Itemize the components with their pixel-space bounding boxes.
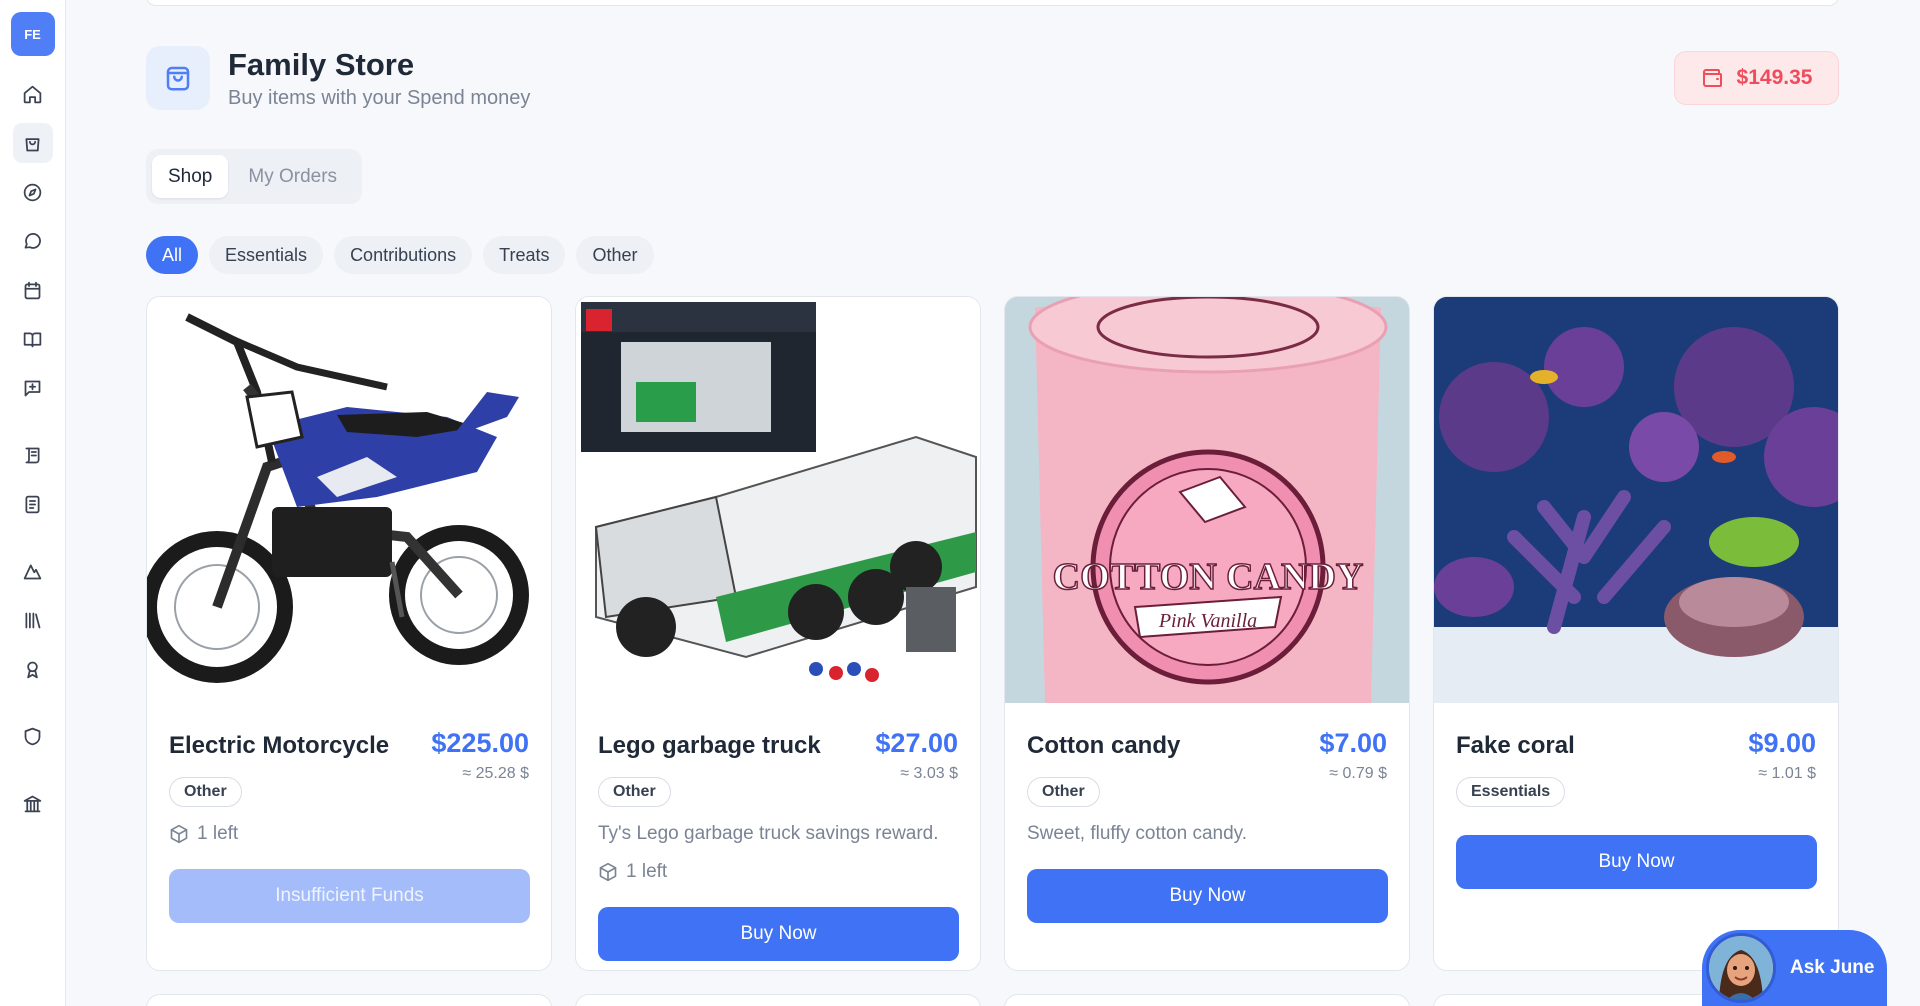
product-title: Lego garbage truck [598,732,821,759]
fake-coral-image [1434,297,1838,703]
product-price: $225.00 [431,728,529,758]
message-plus-icon[interactable] [13,368,53,408]
filter-contributions[interactable]: Contributions [334,236,473,274]
compass-icon[interactable] [13,172,53,212]
top-panel-edge [146,0,1839,6]
candy-label-subtext: Pink Vanilla [1158,610,1257,632]
chat-icon[interactable] [13,221,53,261]
buy-now-button[interactable]: Buy Now [1456,835,1817,889]
next-row-cards [146,994,1839,1006]
product-card: COTTON CANDY Pink Vanilla Cotton candy $… [1004,296,1410,971]
product-price: $27.00 [875,728,958,758]
stock-info: 1 left [169,823,529,845]
june-avatar [1706,933,1776,1003]
shield-icon[interactable] [13,716,53,756]
product-card-partial [575,994,981,1006]
product-price: $7.00 [1319,728,1387,758]
category-badge: Other [598,777,671,807]
balance-amount: $149.35 [1736,66,1813,89]
product-card-partial [1004,994,1410,1006]
product-price: $9.00 [1748,728,1816,758]
user-avatar[interactable]: FE [10,12,55,56]
category-badge: Other [169,777,242,807]
mountain-icon[interactable] [13,551,53,591]
product-title: Fake coral [1456,732,1575,759]
tab-shop[interactable]: Shop [152,155,229,198]
package-icon [599,862,617,882]
category-filters: All Essentials Contributions Treats Othe… [146,236,654,274]
product-title: Electric Motorcycle [169,732,390,759]
product-description: Sweet, fluffy cotton candy. [1027,823,1248,844]
product-grid: Electric Motorcycle $225.00 ≈ 25.28 $ Ot… [146,296,1839,971]
stock-count: 1 left [626,861,668,882]
package-icon [170,824,188,844]
book-open-icon[interactable] [13,319,53,359]
buy-now-button[interactable]: Buy Now [1027,869,1388,923]
product-card: Fake coral $9.00 ≈ 1.01 $ Essentials Buy… [1433,296,1839,971]
category-badge: Other [1027,777,1100,807]
tab-my-orders[interactable]: My Orders [232,155,353,198]
page-title: Family Store [228,46,415,82]
balance-badge: $149.35 [1674,51,1839,105]
ask-june-label: Ask June [1790,957,1875,978]
cotton-candy-image: COTTON CANDY Pink Vanilla [1005,297,1409,703]
award-icon[interactable] [13,649,53,689]
electric-motorcycle-image [147,297,551,703]
product-price-alt: ≈ 3.03 $ [900,765,958,782]
filter-all[interactable]: All [146,236,199,274]
product-card: Electric Motorcycle $225.00 ≈ 25.28 $ Ot… [146,296,552,971]
insufficient-funds-button[interactable]: Insufficient Funds [169,869,530,923]
ask-june-button[interactable]: Ask June [1702,930,1887,1006]
home-icon[interactable] [13,74,53,114]
main-content: Family Store Buy items with your Spend m… [146,0,1920,1006]
library-icon[interactable] [13,600,53,640]
wallet-icon [1702,69,1722,87]
notebook-icon[interactable] [13,484,53,524]
stock-info: 1 left [598,861,958,883]
product-price-alt: ≈ 0.79 $ [1329,765,1387,782]
product-card-partial [146,994,552,1006]
page-header: Family Store Buy items with your Spend m… [146,46,530,110]
category-badge: Essentials [1456,777,1566,807]
buy-now-button[interactable]: Buy Now [598,907,959,961]
store-bag-icon[interactable] [12,123,53,163]
view-tabs: Shop My Orders [146,149,362,204]
product-description: Ty's Lego garbage truck savings reward. [598,823,939,844]
scroll-icon[interactable] [13,435,53,475]
candy-label-text: COTTON CANDY [1053,556,1364,598]
bank-icon[interactable] [13,783,53,823]
calendar-icon[interactable] [13,270,53,310]
lego-garbage-truck-image [576,297,980,703]
product-price-alt: ≈ 25.28 $ [462,765,529,782]
stock-count: 1 left [197,823,239,844]
filter-treats[interactable]: Treats [483,236,566,274]
filter-other[interactable]: Other [576,236,654,274]
product-card: Lego garbage truck $27.00 ≈ 3.03 $ Other… [575,296,981,971]
sidebar: FE [0,0,66,1006]
product-title: Cotton candy [1027,732,1181,759]
shopping-bag-icon [146,46,210,110]
filter-essentials[interactable]: Essentials [209,236,324,274]
product-price-alt: ≈ 1.01 $ [1758,765,1816,782]
page-subtitle: Buy items with your Spend money [228,86,531,109]
